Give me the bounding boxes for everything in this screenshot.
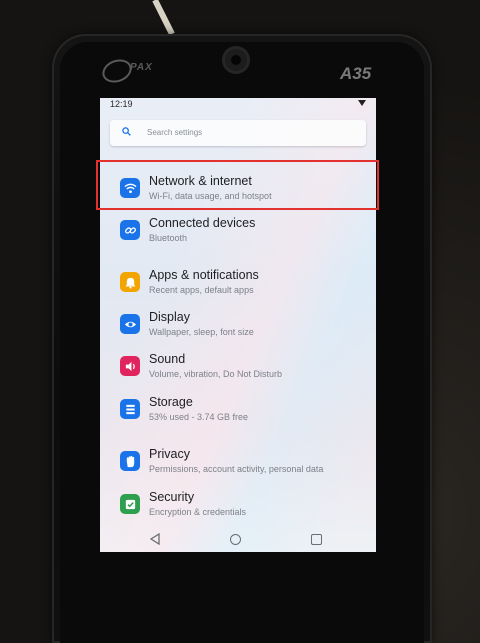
settings-item-connected-devices[interactable]: Connected devices Bluetooth (100, 208, 376, 252)
settings-item-subtitle: Bluetooth (149, 233, 188, 243)
settings-item-title: Apps & notifications (149, 268, 259, 282)
highlight-box (96, 160, 379, 210)
settings-item-sound[interactable]: Sound Volume, vibration, Do Not Disturb (100, 344, 376, 388)
wifi-signal-icon (358, 100, 366, 106)
status-bar: 12:19 (100, 98, 376, 112)
search-icon (122, 127, 131, 136)
bell-icon (120, 272, 140, 292)
settings-item-apps[interactable]: Apps & notifications Recent apps, defaul… (100, 260, 376, 304)
settings-item-subtitle: Permissions, account activity, personal … (149, 464, 324, 474)
camera-icon (222, 46, 250, 74)
settings-item-title: Privacy (149, 447, 190, 461)
settings-item-subtitle: Volume, vibration, Do Not Disturb (149, 369, 283, 379)
settings-item-subtitle: Encryption & credentials (149, 507, 247, 517)
settings-item-subtitle: Recent apps, default apps (149, 285, 254, 295)
settings-item-title: Storage (149, 395, 193, 409)
speaker-icon (120, 356, 140, 376)
model-label: A35 (340, 64, 372, 83)
settings-item-subtitle: Wallpaper, sleep, font size (149, 327, 254, 337)
display-eye-icon (120, 314, 140, 334)
devices-link-icon (120, 220, 140, 240)
status-time: 12:19 (110, 99, 133, 109)
back-icon[interactable] (150, 533, 160, 545)
search-bar[interactable]: Search settings (110, 120, 366, 146)
settings-item-privacy[interactable]: Privacy Permissions, account activity, p… (100, 439, 376, 483)
home-icon[interactable] (230, 534, 241, 545)
settings-item-subtitle: 53% used - 3.74 GB free (149, 412, 249, 422)
settings-item-display[interactable]: Display Wallpaper, sleep, font size (100, 302, 376, 346)
settings-item-storage[interactable]: Storage 53% used - 3.74 GB free (100, 387, 376, 431)
recent-apps-icon[interactable] (311, 534, 322, 545)
brand-logo: PAX (99, 55, 172, 87)
navigation-bar (100, 528, 376, 552)
settings-item-security[interactable]: Security Encryption & credentials (100, 482, 376, 526)
search-placeholder: Search settings (147, 128, 203, 137)
settings-item-title: Sound (149, 352, 186, 366)
hand-icon (120, 451, 140, 471)
settings-item-title: Display (149, 310, 190, 324)
shield-check-icon (120, 494, 140, 514)
storage-icon (120, 399, 140, 419)
settings-item-title: Security (149, 490, 195, 504)
settings-item-title: Connected devices (149, 216, 256, 230)
